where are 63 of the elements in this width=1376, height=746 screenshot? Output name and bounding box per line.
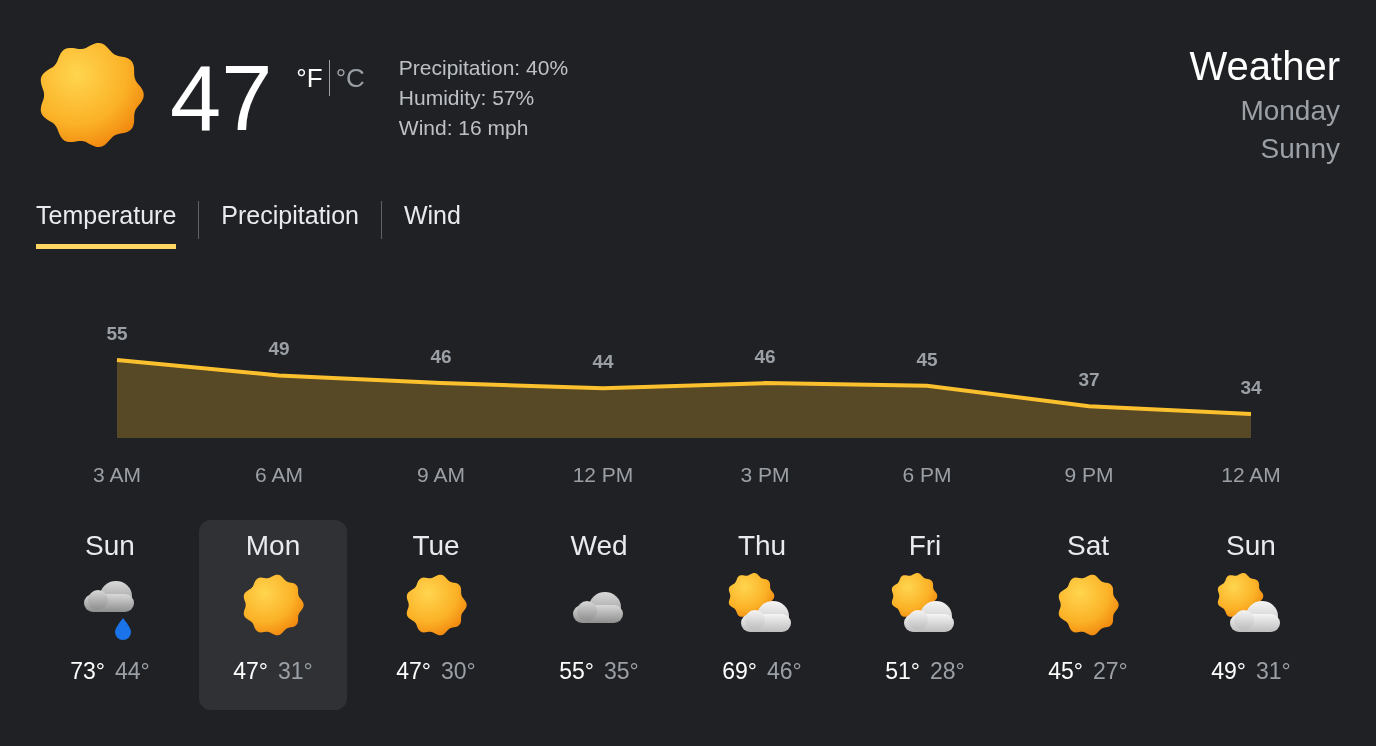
tab[interactable]: Wind (403, 191, 461, 249)
unit-toggle[interactable]: °C (329, 62, 371, 94)
temperature-label: 46 (754, 346, 776, 368)
hour-label: 12 PM (572, 463, 634, 486)
day-name: Fri (908, 530, 942, 562)
tab[interactable]: Precipitation (221, 191, 359, 249)
day-name: Tue (412, 530, 460, 562)
hour-label: 9 AM (417, 463, 465, 486)
temperature-label: 34 (1240, 376, 1262, 398)
high-temperature: 55° (559, 658, 594, 685)
low-temperature: 28° (930, 658, 965, 685)
temperature-label: 44 (592, 351, 614, 373)
high-temperature: 49° (1211, 658, 1246, 685)
unit-toggle[interactable]: °F (290, 62, 329, 94)
day-item[interactable]: Wed 55° 35° (525, 520, 673, 710)
day-item[interactable]: Sun 49° 31° (1177, 520, 1325, 710)
temperature-label: 49 (268, 338, 290, 360)
weather-detail: Humidity: 57% (398, 86, 536, 110)
temperature-label: 37 (1078, 369, 1100, 391)
high-temperature: 69° (722, 658, 757, 685)
day-item[interactable]: Fri 51° 28° (851, 520, 999, 710)
current-temperature: 47 (170, 52, 273, 144)
sun-icon (241, 573, 305, 637)
tab[interactable]: Temperature (36, 191, 177, 249)
day-name: Sun (85, 530, 135, 562)
low-temperature: 44° (115, 658, 150, 685)
hour-label: 3 AM (93, 463, 141, 486)
day-item[interactable]: Sat 45° 27° (1014, 520, 1162, 710)
day-name: Thu (737, 530, 787, 562)
low-temperature: 46° (767, 658, 802, 685)
hour-label: 12 AM (1221, 463, 1281, 486)
high-temperature: 51° (885, 658, 920, 685)
temperature-label: 46 (430, 346, 452, 368)
low-temperature: 27° (1093, 658, 1128, 685)
low-temperature: 31° (278, 658, 313, 685)
widget-title: Weather (1189, 44, 1340, 89)
hour-label: 6 PM (902, 463, 952, 486)
hour-label: 9 PM (1064, 463, 1114, 486)
day-name: Sat (1067, 530, 1109, 562)
hour-label: 6 AM (255, 463, 303, 486)
high-temperature: 47° (233, 658, 268, 685)
low-temperature: 31° (1256, 658, 1291, 685)
day-item[interactable]: Thu 69° 46° (688, 520, 836, 710)
weather-detail: Precipitation: 40% (398, 56, 569, 80)
day-label: Monday (1240, 95, 1340, 127)
hour-label: 3 PM (740, 463, 790, 486)
low-temperature: 35° (604, 658, 639, 685)
high-temperature: 45° (1048, 658, 1083, 685)
low-temperature: 30° (441, 658, 476, 685)
high-temperature: 73° (70, 658, 105, 685)
day-item[interactable]: Sun 73° 44° (36, 520, 184, 710)
sun-icon (404, 573, 468, 637)
day-item[interactable]: Mon 47° 31° (199, 520, 347, 710)
weather-detail: Wind: 16 mph (398, 116, 530, 140)
high-temperature: 47° (396, 658, 431, 685)
temperature-label: 45 (916, 348, 938, 370)
day-item[interactable]: Tue 47° 30° (362, 520, 510, 710)
day-name: Sun (1226, 530, 1276, 562)
sun-icon (1056, 573, 1120, 637)
temperature-label: 55 (106, 323, 128, 344)
day-name: Wed (570, 530, 628, 562)
day-name: Mon (245, 530, 301, 562)
condition-label: Sunny (1260, 133, 1340, 165)
